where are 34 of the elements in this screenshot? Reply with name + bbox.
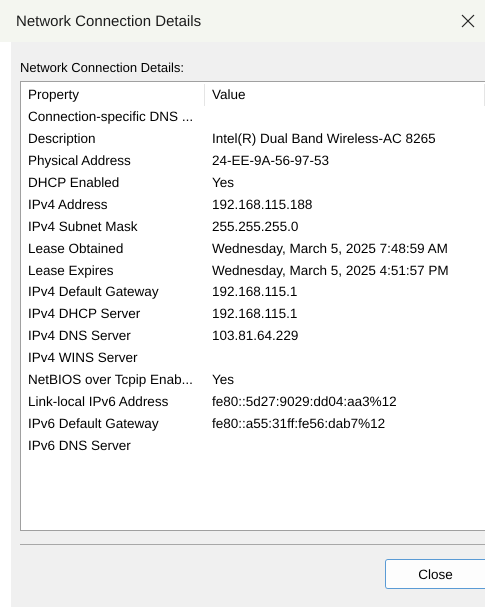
property-cell-text: IPv4 Default Gateway [27, 284, 160, 300]
property-cell-text: IPv4 Address [27, 196, 109, 212]
property-cell-text: DHCP Enabled [27, 175, 120, 190]
value-cell-text: Wednesday, March 5, 2025 4:51:57 PM [211, 262, 450, 278]
property-cell-text: Lease Obtained [27, 240, 124, 256]
property-cell-text: IPv4 DNS Server [27, 328, 132, 344]
property-cell-text: Physical Address [27, 153, 132, 168]
property-cell-text: IPv4 DHCP Server [27, 306, 142, 322]
value-cell-text: 192.168.115.1 [211, 284, 298, 300]
property-cell-text: Connection-specific DNS ... [27, 109, 194, 124]
value-cell-text: Intel(R) Dual Band Wireless-AC 8265 [211, 131, 437, 146]
value-cell-text: 103.81.64.229 [211, 328, 300, 344]
value-cell-text: 255.255.255.0 [211, 218, 300, 234]
value-cell-text: fe80::5d27:9029:dd04:aa3%12 [211, 394, 398, 409]
close-button[interactable]: Close [385, 559, 485, 589]
value-cell-text: Yes [211, 175, 236, 190]
property-cell-text: IPv6 DNS Server [27, 438, 132, 453]
value-cell-text: 192.168.115.1 [211, 306, 298, 322]
property-cell-text: NetBIOS over Tcpip Enab... [27, 372, 194, 388]
property-cell-text: Description [27, 131, 97, 146]
group-label: Network Connection Details: [20, 60, 186, 75]
property-cell-text: IPv4 Subnet Mask [27, 218, 139, 234]
property-cell-text: Link-local IPv6 Address [27, 394, 170, 409]
property-cell-text: IPv6 Default Gateway [27, 416, 160, 431]
value-cell-text: fe80::a55:31ff:fe56:dab7%12 [211, 416, 386, 431]
property-cell-text: Lease Expires [27, 262, 115, 278]
column-header[interactable]: Property [21, 84, 205, 106]
value-cell-text: Wednesday, March 5, 2025 7:48:59 AM [211, 240, 449, 256]
value-cell-text: 192.168.115.188 [211, 196, 314, 212]
value-cell-text: 24-EE-9A-56-97-53 [211, 153, 330, 168]
value-cell-text: Yes [211, 372, 236, 388]
column-header[interactable]: Value [205, 84, 485, 106]
window-title: Network Connection Details [16, 12, 202, 30]
property-cell-text: IPv4 WINS Server [27, 350, 139, 366]
